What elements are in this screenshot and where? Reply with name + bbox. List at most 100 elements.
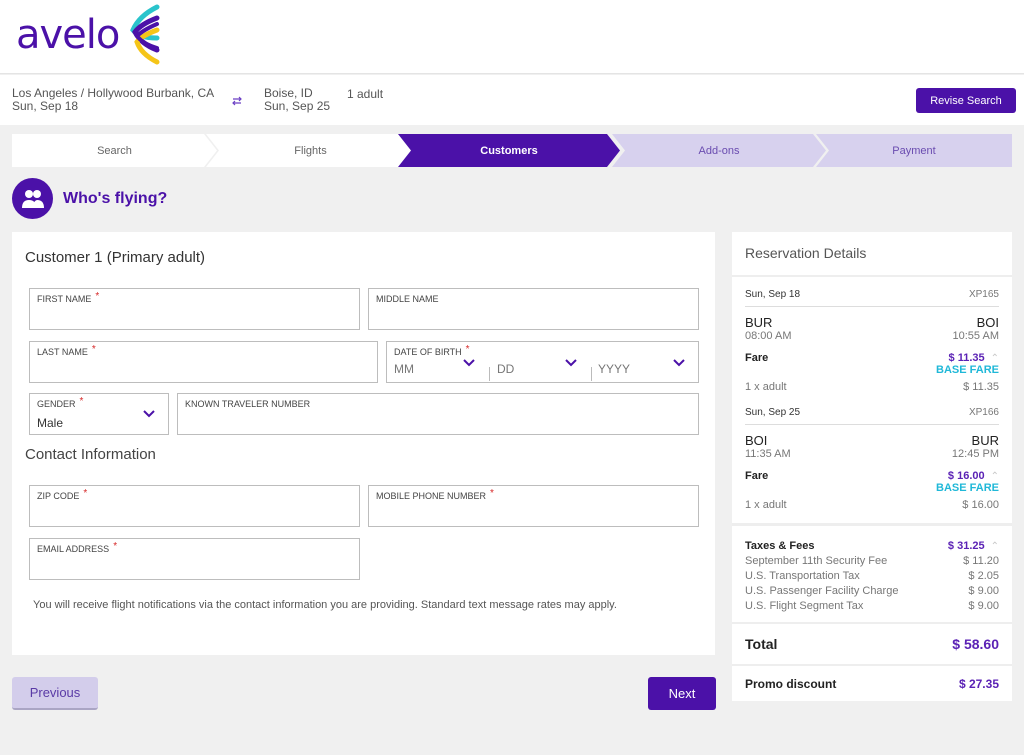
avelo-logo[interactable]: avelo (16, 4, 163, 66)
step-customers-label: Customers (480, 144, 538, 157)
fare-type: BASE FARE (936, 482, 999, 494)
customer-title: Customer 1 (Primary adult) (25, 249, 206, 266)
first-name-input[interactable] (37, 311, 334, 325)
dob-day-select[interactable]: DD (497, 362, 514, 376)
date-of-birth-field: DATE OF BIRTH * MM DD YYYY (386, 341, 699, 383)
middle-name-label: MIDDLE NAME (376, 294, 439, 304)
chevron-up-icon[interactable]: ⌃ (991, 471, 999, 482)
passenger-count: 1 adult (347, 87, 384, 101)
depart-date: Sun, Sep 18 (12, 99, 79, 113)
pax-line: 1 x adult (745, 499, 787, 511)
tax-item: September 11th Security Fee $ 11.20 (732, 555, 1012, 567)
known-traveler-number-field[interactable]: KNOWN TRAVELER NUMBER (177, 393, 699, 435)
swap-arrows-icon (232, 96, 242, 106)
tax-amount: $ 9.00 (968, 585, 999, 597)
origin-block: Los Angeles / Hollywood Burbank, CA Sun,… (12, 87, 214, 113)
mobile-phone-field[interactable]: MOBILE PHONE NUMBER * (368, 485, 699, 527)
zip-input[interactable] (37, 508, 334, 522)
gender-select[interactable]: GENDER * Male (29, 393, 169, 435)
zip-code-field[interactable]: ZIP CODE * (29, 485, 360, 527)
fare-label: Fare (745, 352, 769, 364)
contact-info-title: Contact Information (25, 446, 156, 463)
next-button[interactable]: Next (648, 677, 716, 710)
taxes-fees-section: Taxes & Fees $ 31.25 ⌃ September 11th Secu… (732, 526, 1012, 624)
chevron-down-icon[interactable] (143, 410, 155, 418)
ktn-label: KNOWN TRAVELER NUMBER (185, 399, 311, 409)
step-payment[interactable]: Payment (816, 134, 1012, 167)
previous-button[interactable]: Previous (12, 677, 98, 710)
required-marker: * (465, 344, 470, 355)
reservation-title: Reservation Details (745, 245, 867, 261)
gender-value: Male (37, 416, 64, 430)
flight-segment: Sun, Sep 25 XP166 BOI BUR 11:35 AM 12:45 PM… (732, 401, 1012, 526)
tax-amount: $ 2.05 (968, 570, 999, 582)
first-name-label: FIRST NAME (37, 294, 92, 304)
tax-item: U.S. Flight Segment Tax $ 9.00 (732, 600, 1012, 612)
email-field[interactable]: EMAIL ADDRESS * (29, 538, 360, 580)
divider (591, 367, 592, 381)
last-name-field[interactable]: LAST NAME * (29, 341, 378, 383)
users-icon (12, 178, 53, 219)
dob-year-select[interactable]: YYYY (598, 362, 630, 376)
search-summary: Los Angeles / Hollywood Burbank, CA Sun,… (0, 75, 1024, 125)
phone-label: MOBILE PHONE NUMBER (376, 491, 487, 501)
logo-wordmark: avelo (16, 12, 120, 58)
tax-item: U.S. Transportation Tax $ 2.05 (732, 570, 1012, 582)
chevron-down-icon[interactable] (673, 359, 685, 367)
fare-toggle[interactable]: $ 11.35 ⌃ (949, 352, 999, 364)
promo-amount: $ 27.35 (958, 677, 999, 691)
origin-code: BUR (745, 315, 773, 330)
arrive-time: 12:45 PM (951, 448, 999, 460)
reservation-header: Reservation Details (732, 232, 1012, 277)
promo-label: Promo discount (745, 677, 837, 691)
phone-input[interactable] (376, 508, 673, 522)
step-add-ons[interactable]: Add-ons (612, 134, 826, 167)
divider (745, 306, 999, 307)
step-customers[interactable]: Customers (398, 134, 620, 167)
destination-code: BOI (976, 315, 999, 330)
tax-name: U.S. Passenger Facility Charge (745, 585, 899, 597)
reservation-details: Reservation Details Sun, Sep 18 XP165 BUR… (732, 232, 1012, 701)
gender-label: GENDER (37, 399, 76, 409)
step-search[interactable]: Search (12, 134, 217, 167)
pax-line: 1 x adult (745, 381, 787, 393)
step-add-ons-label: Add-ons (698, 144, 740, 157)
dob-month-select[interactable]: MM (394, 362, 414, 376)
pax-price: $ 16.00 (962, 499, 999, 511)
tax-item: U.S. Passenger Facility Charge $ 9.00 (732, 585, 1012, 597)
depart-time: 08:00 AM (745, 330, 792, 342)
middle-name-input[interactable] (376, 311, 673, 325)
fare-label: Fare (745, 470, 769, 482)
step-flights[interactable]: Flights (206, 134, 415, 167)
first-name-field[interactable]: FIRST NAME * (29, 288, 360, 330)
fare-amount: $ 16.00 (947, 470, 985, 482)
email-label: EMAIL ADDRESS (37, 544, 110, 554)
page-title: Who's flying? (63, 189, 168, 207)
fare-toggle[interactable]: $ 16.00 ⌃ (948, 470, 999, 482)
step-search-label: Search (97, 144, 132, 157)
progress-stepper: Search Flights Customers Add-ons Payment (12, 134, 1012, 167)
total-section: Total $ 58.60 (732, 624, 1012, 666)
revise-search-button[interactable]: Revise Search (916, 88, 1016, 113)
arrive-time: 10:55 AM (952, 330, 999, 342)
divider (489, 367, 490, 381)
chevron-down-icon[interactable] (565, 359, 577, 367)
chevron-down-icon[interactable] (463, 359, 475, 367)
ktn-input[interactable] (185, 416, 653, 430)
total-label: Total (745, 636, 778, 652)
header: avelo (0, 0, 1024, 74)
tax-name: September 11th Security Fee (745, 555, 888, 567)
fare-type: BASE FARE (936, 364, 999, 376)
chevron-up-icon[interactable]: ⌃ (991, 353, 999, 364)
required-marker: * (79, 396, 84, 407)
last-name-input[interactable] (37, 364, 350, 378)
taxes-toggle[interactable]: $ 31.25 ⌃ (948, 540, 999, 552)
required-marker: * (95, 291, 100, 302)
destination-block: Boise, ID Sun, Sep 25 (264, 87, 330, 113)
email-input[interactable] (37, 561, 334, 575)
flight-number: XP165 (968, 289, 999, 300)
chevron-up-icon[interactable]: ⌃ (991, 541, 999, 552)
page-heading: Who's flying? (12, 178, 167, 219)
middle-name-field[interactable]: MIDDLE NAME (368, 288, 699, 330)
step-payment-label: Payment (892, 144, 936, 157)
